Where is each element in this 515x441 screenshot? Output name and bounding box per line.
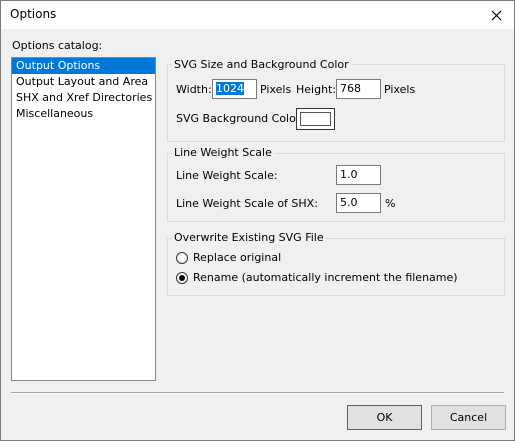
title-bar: Options (1, 1, 514, 29)
line-weight-scale-label: Line Weight Scale: (176, 169, 278, 182)
replace-original-radio[interactable] (176, 252, 188, 264)
height-pixels-label: Pixels (384, 83, 416, 96)
background-color-swatch (300, 112, 331, 126)
width-label: Width: (176, 83, 212, 96)
rename-radio[interactable] (176, 272, 188, 284)
button-separator (11, 392, 504, 394)
replace-original-label: Replace original (193, 251, 282, 264)
close-button[interactable] (478, 1, 514, 29)
line-weight-shx-value: 5.0 (340, 196, 358, 209)
catalog-item-miscellaneous[interactable]: Miscellaneous (12, 106, 155, 122)
percent-label: % (385, 197, 396, 210)
height-input[interactable]: 768 (336, 79, 381, 99)
window-title: Options (10, 7, 57, 21)
cancel-button[interactable]: Cancel (431, 405, 506, 430)
height-label: Height: (296, 83, 337, 96)
width-value: 1024 (216, 82, 244, 95)
catalog-item-output-layout[interactable]: Output Layout and Area (12, 74, 155, 90)
close-icon (491, 10, 501, 20)
ok-button[interactable]: OK (347, 405, 422, 430)
background-color-label: SVG Background Color: (176, 112, 304, 125)
line-weight-group-title: Line Weight Scale (172, 146, 274, 159)
options-catalog-label: Options catalog: (12, 39, 103, 52)
svg-size-group-title: SVG Size and Background Color (172, 58, 351, 71)
svg-size-group (167, 64, 505, 142)
width-input[interactable]: 1024 (212, 79, 257, 99)
line-weight-shx-input[interactable]: 5.0 (336, 193, 381, 213)
line-weight-scale-value: 1.0 (340, 168, 358, 181)
overwrite-group (167, 238, 505, 296)
line-weight-shx-label: Line Weight Scale of SHX: (176, 197, 318, 210)
line-weight-scale-input[interactable]: 1.0 (336, 165, 381, 185)
options-dialog: Options Options catalog: Output Options … (0, 0, 515, 441)
catalog-item-shx-xref[interactable]: SHX and Xref Directories (12, 90, 155, 106)
catalog-item-output-options[interactable]: Output Options (12, 58, 155, 74)
options-catalog-list[interactable]: Output Options Output Layout and Area SH… (11, 57, 156, 381)
rename-label: Rename (automatically increment the file… (193, 271, 458, 284)
height-value: 768 (340, 82, 361, 95)
width-pixels-label: Pixels (260, 83, 292, 96)
overwrite-group-title: Overwrite Existing SVG File (172, 231, 326, 244)
background-color-button[interactable] (296, 108, 335, 130)
